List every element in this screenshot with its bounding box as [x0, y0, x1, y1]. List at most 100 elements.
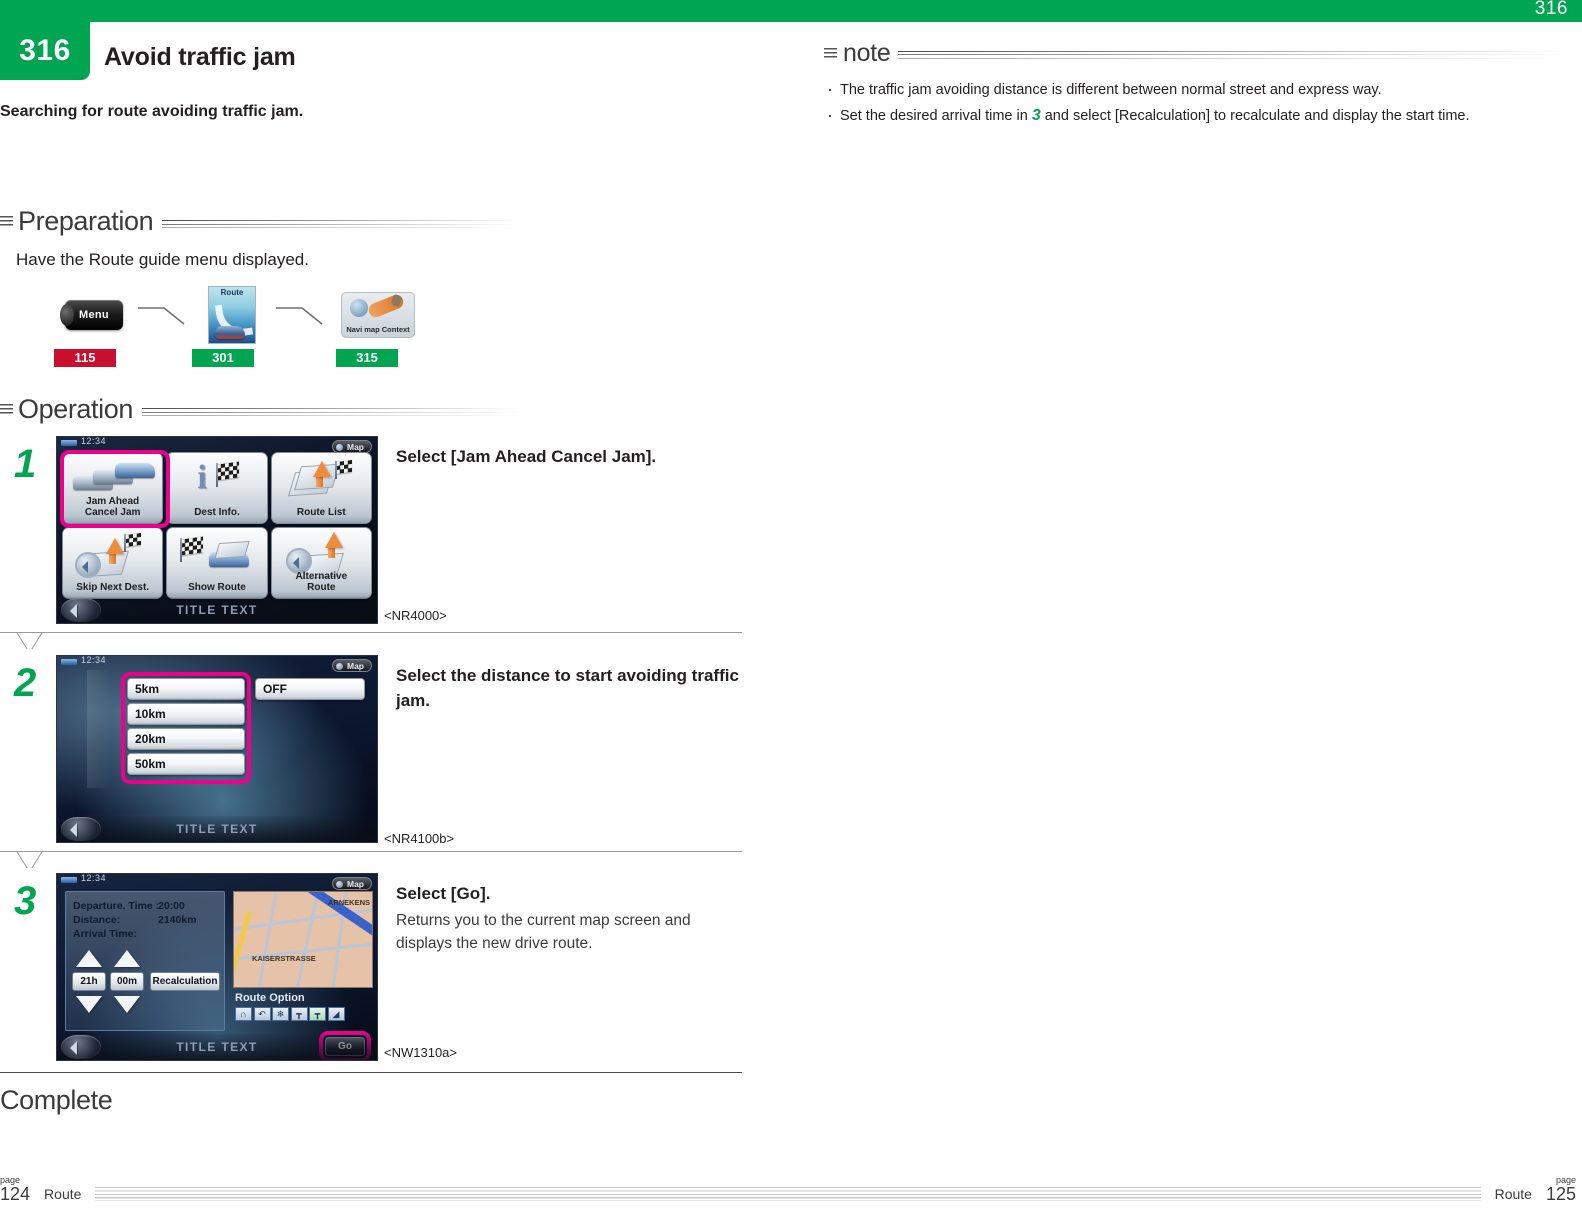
tile-label: Dest Info. [194, 507, 240, 518]
route-car-shape [215, 326, 245, 339]
footer-right: Route page 125 [1360, 1176, 1576, 1204]
preparation-label: Preparation [18, 206, 154, 236]
map-button[interactable]: Map [332, 877, 372, 890]
separator-line [0, 632, 742, 633]
flow-arrow-icon [134, 286, 192, 344]
tile-skip-next-dest[interactable]: Skip Next Dest. [62, 527, 164, 599]
page-ref-badge: 315 [336, 349, 398, 367]
step-number: 1 [14, 442, 37, 486]
footer-left: page 124 Route [0, 1176, 1426, 1204]
footer-section-label: Route [44, 1186, 82, 1202]
screen-side-panel [87, 670, 111, 788]
complete-label: Complete [0, 1085, 113, 1115]
preparation-flow: Menu 115 Route 301 Navi map Context 315 [54, 286, 426, 367]
back-button[interactable] [61, 598, 101, 622]
tile-dest-info[interactable]: i Dest Info. [166, 452, 268, 524]
screen-title-text: TITLE TEXT [176, 1040, 258, 1054]
hour-decrease-button[interactable] [76, 996, 102, 1013]
back-button[interactable] [61, 1035, 101, 1059]
separator-line [0, 1072, 742, 1073]
screen-code: <NW1310a> [384, 1045, 457, 1060]
route-list-sheets-icon [272, 457, 371, 501]
hour-value[interactable]: 21h [72, 972, 106, 991]
instruction-title: Select [Go]. [396, 884, 491, 903]
info-flag-icon: i [167, 457, 266, 501]
arrival-time-label: Arrival Time: [73, 928, 137, 940]
menu-button-icon: Menu [60, 300, 123, 330]
battery-icon [61, 440, 77, 446]
departure-time-value: 20:00 [158, 900, 185, 912]
toll-gate-icon[interactable]: ┳ [290, 1007, 308, 1021]
page-title: Avoid traffic jam [104, 43, 296, 71]
distance-option-5km[interactable]: 5km [127, 678, 245, 700]
off-button[interactable]: OFF [255, 678, 365, 700]
map-button[interactable]: Map [332, 659, 372, 672]
tile-alternative-route[interactable]: Alternative Route [270, 527, 372, 599]
screen-title-bar: TITLE TEXT [57, 1034, 377, 1060]
note-item-text: Set the desired arrival time in [840, 108, 1032, 124]
route-option-icons: ∩ ↶ ❄ ┳ ┳ ◢ [235, 1007, 345, 1021]
flow-step-menu: Menu 115 [54, 286, 134, 367]
note-list: The traffic jam avoiding distance is dif… [824, 76, 1564, 129]
departure-time-label: Departure. Time : [73, 900, 160, 912]
snow-icon[interactable]: ❄ [272, 1007, 289, 1021]
alternative-route-icon [272, 532, 371, 580]
ferry-icon[interactable]: ◢ [327, 1007, 345, 1021]
top-page-number: 316 [1534, 0, 1568, 19]
step-separator [0, 632, 742, 654]
minute-increase-button[interactable] [114, 950, 140, 967]
screen-status-bar: 12:34 Map [57, 874, 377, 890]
screen-code: <NR4100b> [384, 831, 455, 846]
hour-increase-button[interactable] [76, 950, 102, 967]
footer-section-label: Route [1494, 1186, 1532, 1202]
screen-title-bar: TITLE TEXT [57, 597, 377, 623]
preparation-header: Preparation [0, 206, 520, 237]
note-label: note [843, 38, 891, 67]
back-button[interactable] [61, 817, 101, 841]
skip-next-dest-icon [63, 532, 162, 578]
tunnel-icon[interactable]: ∩ [235, 1007, 252, 1021]
map-preview[interactable]: ARNEKENS KAISERSTRASSE [233, 891, 373, 988]
distance-option-list: 5km 10km 20km 50km [127, 678, 245, 778]
tile-show-route[interactable]: Show Route [166, 527, 268, 599]
tile-label: Alternative Route [295, 571, 348, 593]
footer-page-number: 125 [1545, 1184, 1576, 1204]
stack-lines-icon [0, 216, 13, 227]
traffic-jam-cars-icon [63, 457, 162, 501]
navi-map-context-icon: Navi map Context [341, 292, 415, 338]
recalculation-button[interactable]: Recalculation [150, 972, 220, 991]
footer-rule [95, 1187, 1426, 1201]
instruction-title: Select the distance to start avoiding tr… [396, 666, 739, 710]
tile-label: Jam Ahead Cancel Jam [84, 496, 141, 518]
step2-instruction: Select the distance to start avoiding tr… [396, 663, 741, 713]
map-label-kaiserstrasse: KAISERSTRASSE [252, 954, 316, 963]
note-block: note The traffic jam avoiding distance i… [824, 38, 1564, 129]
globe-icon [350, 299, 368, 317]
screen-clock: 12:34 [81, 436, 107, 446]
tile-label: Show Route [188, 582, 246, 593]
step-separator [0, 851, 742, 873]
note-step-ref: 3 [1031, 107, 1041, 124]
step1-instruction: Select [Jam Ahead Cancel Jam]. [396, 444, 741, 469]
top-green-bar: 316 [0, 0, 1582, 22]
chevron-down-icon [16, 632, 46, 650]
screen-status-bar: 12:34 Map [57, 436, 377, 453]
footer-right-page: page 125 [1545, 1176, 1576, 1204]
step3-instruction: Select [Go]. Returns you to the current … [396, 881, 741, 955]
tile-route-list[interactable]: Route List [270, 452, 372, 524]
show-route-flag-car-icon [167, 532, 266, 576]
distance-option-10km[interactable]: 10km [127, 703, 245, 725]
tile-jam-ahead-cancel-jam[interactable]: Jam Ahead Cancel Jam [62, 452, 164, 524]
ferry-gate-icon[interactable]: ┳ [309, 1007, 326, 1021]
distance-option-50km[interactable]: 50km [127, 753, 245, 775]
u-turn-icon[interactable]: ↶ [253, 1007, 271, 1021]
page-ref-badge: 115 [54, 349, 116, 367]
nav-screen-step2: 12:34 Map 5km 10km 20km 50km OFF TITLE T… [56, 655, 378, 843]
minute-value[interactable]: 00m [110, 972, 144, 991]
preparation-text: Have the Route guide menu displayed. [16, 250, 309, 269]
distance-option-20km[interactable]: 20km [127, 728, 245, 750]
step-number: 2 [14, 661, 37, 705]
route-info-panel: Departure. Time : 20:00 Distance: 2140km… [65, 891, 225, 1031]
footer-page-number: 124 [0, 1184, 31, 1204]
minute-decrease-button[interactable] [114, 996, 140, 1013]
